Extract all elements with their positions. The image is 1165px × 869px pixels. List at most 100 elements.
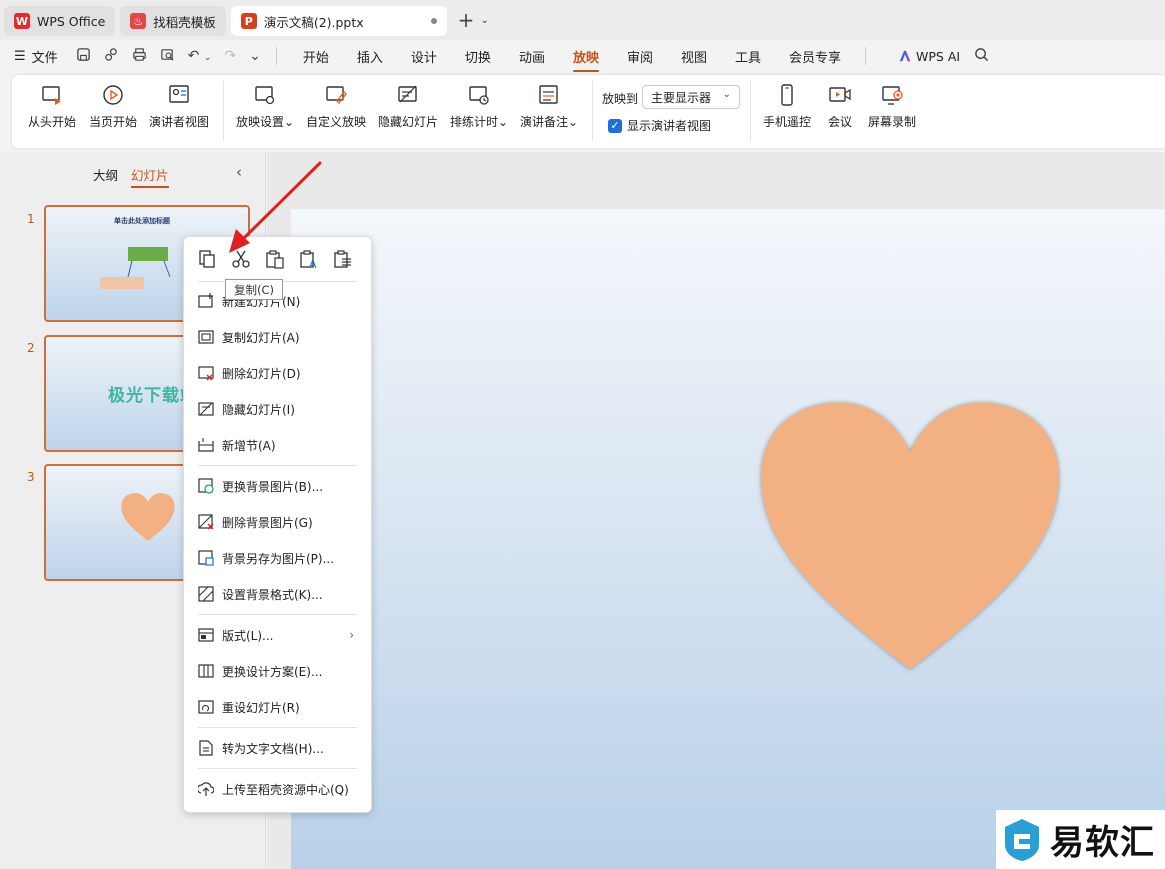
- undo-icon[interactable]: ↶ ⌄: [188, 48, 212, 64]
- delete-slide-icon: [198, 366, 214, 381]
- add-section-icon: [198, 438, 214, 452]
- display-select[interactable]: 主要显示器 ⌄: [642, 85, 740, 109]
- menu-bar: ☰ 文件 ↶ ⌄ ↷ ⌄ 开始 插入 设计 切换 动画 放映 审阅 视图 工具 …: [0, 40, 1165, 72]
- wps-ai-button[interactable]: WPS AI: [898, 49, 960, 64]
- menu-layout[interactable]: 版式(L)... ›: [198, 625, 368, 645]
- heart-shape[interactable]: [755, 391, 1065, 681]
- menu-upload-docer[interactable]: 上传至稻壳资源中心(Q): [198, 779, 368, 799]
- screen-record-button[interactable]: 屏幕录制: [868, 83, 916, 130]
- checkbox-checked-icon: ✓: [608, 118, 622, 133]
- from-start-button[interactable]: 从头开始: [28, 83, 76, 130]
- menu-design[interactable]: 设计: [411, 47, 437, 66]
- menu-bg-format[interactable]: 设置背景格式(K)...: [198, 584, 368, 604]
- more-chevron-icon[interactable]: ⌄: [249, 48, 261, 64]
- menu-reset-slide[interactable]: 重设幻灯片(R): [198, 697, 368, 717]
- paste-special-icon[interactable]: [332, 247, 354, 271]
- wps-logo-icon: W: [14, 13, 30, 29]
- menu-separator: [198, 768, 357, 769]
- custom-show-button[interactable]: 自定义放映: [306, 83, 366, 130]
- wps-ai-icon: [899, 50, 911, 62]
- duplicate-slide-icon: [198, 330, 214, 344]
- speaker-notes-icon: [539, 85, 558, 104]
- menu-hide-slide[interactable]: 隐藏幻灯片(I): [198, 399, 368, 419]
- screen-record-icon: [882, 86, 903, 105]
- speaker-notes-button[interactable]: 演讲备注⌄: [520, 83, 578, 130]
- delete-bg-icon: [198, 514, 214, 530]
- watermark-text: 易软汇: [1050, 823, 1155, 863]
- tab-presentation[interactable]: P 演示文稿(2).pptx: [230, 6, 447, 36]
- menu-start[interactable]: 开始: [303, 47, 329, 66]
- menu-add-section[interactable]: 新增节(A): [198, 435, 368, 455]
- menu-view[interactable]: 视图: [681, 47, 707, 66]
- svg-text:A: A: [309, 258, 317, 269]
- rehearse-timing-icon: [469, 86, 489, 105]
- save-bg-icon: [198, 550, 214, 566]
- menu-new-slide[interactable]: 新建幻灯片(N): [198, 291, 368, 311]
- meeting-button[interactable]: 会议: [828, 83, 852, 130]
- save-icon[interactable]: [76, 47, 91, 66]
- menu-separator: [198, 727, 357, 728]
- ribbon-separator: [750, 81, 751, 141]
- hide-slide-icon: [198, 402, 214, 416]
- change-bg-icon: [198, 478, 214, 494]
- print-preview-icon[interactable]: [160, 47, 175, 66]
- context-menu: A 新建幻灯片(N) 复制幻灯片(A) 删除幻灯片(D) 隐藏幻灯片(I) 新增…: [183, 236, 372, 813]
- menu-transition[interactable]: 切换: [465, 47, 491, 66]
- menu-separator: [198, 614, 357, 615]
- show-to-label: 放映到: [602, 92, 639, 106]
- menu-change-design[interactable]: 更换设计方案(E)...: [198, 661, 368, 681]
- tab-wps-office[interactable]: W WPS Office: [4, 6, 116, 36]
- menu-delete-bg[interactable]: 删除背景图片(G): [198, 512, 368, 532]
- from-current-button[interactable]: 当页开始: [89, 83, 137, 130]
- play-from-start-icon: [42, 86, 61, 105]
- show-settings-icon: [255, 86, 275, 105]
- paste-text-icon[interactable]: A: [298, 247, 320, 271]
- menu-review[interactable]: 审阅: [627, 47, 653, 66]
- watermark-logo: 易软汇: [996, 810, 1165, 869]
- search-icon[interactable]: [974, 47, 989, 66]
- menu-change-bg[interactable]: 更换背景图片(B)...: [198, 476, 368, 496]
- chevron-down-icon[interactable]: ⌄: [480, 15, 488, 26]
- hide-slide-button[interactable]: 隐藏幻灯片: [378, 83, 438, 130]
- menu-slideshow[interactable]: 放映: [572, 47, 599, 72]
- slide-number: 1: [27, 212, 35, 226]
- tab-slides[interactable]: 幻灯片: [131, 165, 169, 188]
- menu-duplicate-slide[interactable]: 复制幻灯片(A): [198, 327, 368, 347]
- reset-slide-icon: [198, 700, 214, 714]
- tab-outline[interactable]: 大纲: [93, 165, 118, 188]
- presenter-view-button[interactable]: 演讲者视图: [149, 83, 209, 130]
- collapse-panel-icon[interactable]: ‹: [236, 163, 242, 181]
- new-tab-button[interactable]: +: [458, 8, 475, 32]
- new-slide-icon: [198, 293, 213, 308]
- menu-tools[interactable]: 工具: [735, 47, 761, 66]
- menu-animation[interactable]: 动画: [519, 47, 545, 66]
- menu-insert[interactable]: 插入: [357, 47, 383, 66]
- share-icon[interactable]: [104, 47, 119, 66]
- rehearse-timing-button[interactable]: 排练计时⌄: [450, 83, 508, 130]
- menu-separator: [865, 47, 867, 65]
- print-icon[interactable]: [132, 47, 147, 66]
- copy-icon[interactable]: [196, 247, 218, 271]
- slide-canvas[interactable]: [291, 209, 1165, 869]
- slide-number: 3: [27, 470, 35, 484]
- file-menu[interactable]: ☰ 文件: [14, 47, 58, 66]
- play-current-icon: [103, 85, 123, 105]
- paste-icon[interactable]: [264, 247, 286, 271]
- presenter-view-icon: [169, 85, 189, 103]
- cut-icon[interactable]: [230, 247, 252, 271]
- show-settings-button[interactable]: 放映设置⌄: [236, 83, 294, 130]
- tab-docer-templates[interactable]: ♨ 找稻壳模板: [120, 6, 226, 36]
- phone-remote-button[interactable]: 手机遥控: [763, 83, 811, 130]
- show-presenter-view-checkbox[interactable]: ✓ 显示演讲者视图: [608, 117, 711, 134]
- menu-separator: [275, 47, 277, 65]
- thumb-heart-shape: [121, 493, 175, 541]
- redo-icon[interactable]: ↷: [224, 48, 236, 64]
- menu-member[interactable]: 会员专享: [789, 47, 841, 66]
- bg-format-icon: [198, 586, 214, 602]
- menu-delete-slide[interactable]: 删除幻灯片(D): [198, 363, 368, 383]
- docer-logo-icon: ♨: [130, 13, 147, 29]
- menu-save-bg[interactable]: 背景另存为图片(P)...: [198, 548, 368, 568]
- menu-convert-to-doc[interactable]: 转为文字文档(H)...: [198, 738, 368, 758]
- ribbon-toolbar: 从头开始 当页开始 演讲者视图 放映设置⌄ 自定义放映 隐藏幻灯片 排练计时⌄ …: [12, 75, 1165, 148]
- phone-icon: [781, 84, 793, 106]
